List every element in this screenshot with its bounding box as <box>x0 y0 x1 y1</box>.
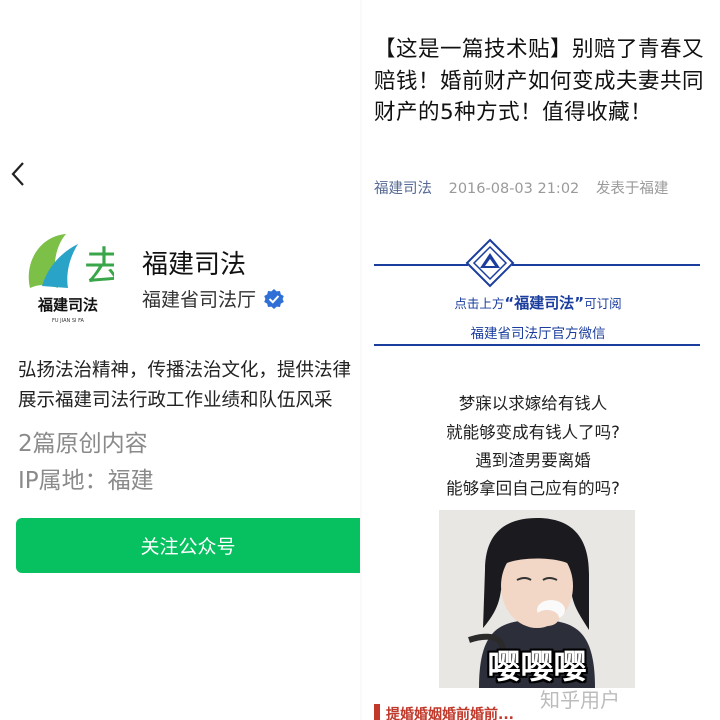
zhihu-watermark: 知乎用户 <box>540 688 620 712</box>
poem-line: 梦寐以求嫁给有钱人 <box>458 394 608 413</box>
poem-line: 能够拿回自己应有的吗? <box>446 479 620 498</box>
section-marker <box>374 704 380 720</box>
article-source-link[interactable]: 福建司法 <box>374 181 432 197</box>
diamond-emblem-icon <box>465 238 515 288</box>
meme-caption: 嘤嘤嘤 <box>487 647 587 686</box>
banner-line-left <box>374 264 468 266</box>
back-arrow-icon[interactable] <box>6 158 30 190</box>
account-org: 福建省司法厅 <box>142 289 257 311</box>
poem-line: 就能够变成有钱人了吗? <box>446 423 620 442</box>
subscribe-account-name[interactable]: “福建司法” <box>504 294 584 312</box>
description-line: 弘扬法治精神，传播法治文化，提供法律 <box>18 360 352 381</box>
svg-text:去: 去 <box>84 244 114 290</box>
article-meta: 福建司法 2016-08-03 21:02 发表于福建 <box>374 177 668 198</box>
subscribe-prefix: 点击上方 <box>454 296 505 311</box>
official-wechat-label: 福建省司法厅官方微信 <box>470 326 606 342</box>
description-line: 展示福建司法行政工作业绩和队伍风采 <box>18 390 333 411</box>
article-title: 【这是一篇技术贴】别赔了青春又赔钱！婚前财产如何变成夫妻共同财产的5种方式！值得… <box>374 37 705 125</box>
poem-line: 遇到渣男要离婚 <box>475 451 591 470</box>
original-count: 2篇原创内容 <box>18 431 148 457</box>
section-heading: 提婚婚姻婚前婚前... <box>386 707 514 720</box>
ip-location: IP属地：福建 <box>18 468 154 494</box>
article-location: 发表于福建 <box>595 181 669 197</box>
account-name: 福建司法 <box>142 250 247 280</box>
profile-panel: 去 福建司法 FU JIAN SI FA 福建司法 福建省司法厅 弘扬法治精神，… <box>0 0 360 720</box>
follow-button[interactable]: 关注公众号 <box>16 518 360 573</box>
article-datetime: 2016-08-03 21:02 <box>448 181 580 197</box>
article-panel: 【这是一篇技术贴】别赔了青春又赔钱！婚前财产如何变成夫妻共同财产的5种方式！值得… <box>362 0 720 720</box>
logo-text: 福建司法 <box>37 296 98 314</box>
banner-line-bottom <box>374 344 700 346</box>
logo-small-text: FU JIAN SI FA <box>52 318 84 324</box>
account-org-row: 福建省司法厅 <box>142 285 284 312</box>
fujian-justice-logo: 去 福建司法 FU JIAN SI FA <box>28 234 114 324</box>
banner-line-right <box>512 264 700 266</box>
account-description: 弘扬法治精神，传播法治文化，提供法律 展示福建司法行政工作业绩和队伍风采 <box>18 356 360 416</box>
subscribe-suffix: 可订阅 <box>584 296 622 311</box>
subscribe-prompt: 点击上方“福建司法”可订阅 <box>408 292 668 313</box>
verified-badge-icon <box>264 288 284 309</box>
